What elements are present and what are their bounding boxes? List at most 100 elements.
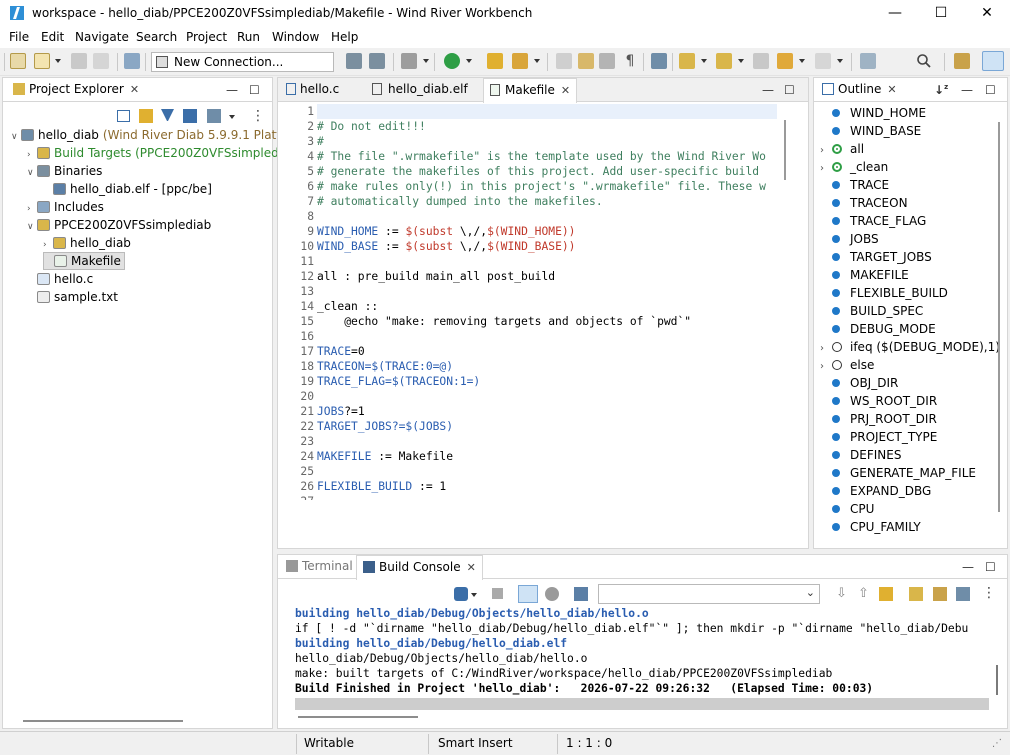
outline-item[interactable]: TRACE [820, 176, 889, 194]
chevron-down-icon[interactable] [738, 59, 744, 63]
menu-search[interactable]: Search [136, 30, 177, 44]
code-line[interactable]: TRACE_FLAG=$(TRACEON:1=) [317, 375, 480, 388]
minimize-view-button[interactable]: — [961, 83, 973, 97]
tab-hello-diab-elf[interactable]: hello_diab.elf [366, 78, 474, 102]
workbench-perspective-icon[interactable] [982, 51, 1004, 71]
outline-item[interactable]: MAKEFILE [820, 266, 909, 284]
code-line[interactable]: WIND_HOME := $(subst \,/,$(WIND_HOME)) [317, 225, 575, 238]
tree-item[interactable]: › Build Targets (PPCE200Z0VFSsimpledia [27, 144, 289, 162]
tab-outline[interactable]: Outline ✕ [816, 78, 903, 102]
outline-item[interactable]: TRACEON [820, 194, 908, 212]
tab-hello-c[interactable]: hello.c [280, 78, 345, 102]
minimize-button[interactable]: — [872, 0, 918, 27]
build-icon[interactable] [124, 53, 140, 69]
menu-window[interactable]: Window [272, 30, 319, 44]
code-line[interactable]: # automatically dumped into the makefile… [317, 195, 603, 208]
close-icon[interactable]: ✕ [887, 83, 896, 96]
tab-build-console[interactable]: Build Console ✕ [356, 555, 483, 580]
collapse-all-icon[interactable] [117, 110, 130, 122]
debug-target-icon[interactable] [401, 53, 417, 69]
outline-item[interactable]: PROJECT_TYPE [820, 428, 937, 446]
code-line[interactable]: # generate the makefiles of this project… [317, 165, 759, 178]
run-icon[interactable] [444, 53, 460, 69]
code-line[interactable]: # Do not edit!!! [317, 120, 426, 133]
print-icon[interactable] [574, 587, 588, 601]
view-menu-icon[interactable] [207, 109, 221, 123]
settings-icon[interactable] [545, 587, 559, 601]
menu-edit[interactable]: Edit [41, 30, 64, 44]
launch-icon[interactable] [512, 53, 528, 69]
console-select-combo[interactable]: ⌄ [598, 584, 820, 604]
expand-toggle-icon[interactable]: ∨ [11, 128, 21, 146]
chevron-down-icon[interactable] [423, 59, 429, 63]
chevron-down-icon[interactable] [55, 59, 61, 63]
new-file-icon[interactable] [34, 53, 50, 69]
link-icon[interactable] [879, 587, 893, 601]
maximize-view-button[interactable]: ☐ [985, 83, 996, 97]
save-icon[interactable] [71, 53, 87, 69]
code-line[interactable]: _clean :: [317, 300, 378, 313]
code-line[interactable]: FLEXIBLE_BUILD := 1 [317, 480, 446, 493]
close-icon[interactable]: ✕ [130, 83, 139, 96]
chevron-down-icon[interactable] [701, 59, 707, 63]
maximize-view-button[interactable]: ☐ [784, 83, 795, 97]
more-options-icon[interactable]: ⋮ [251, 108, 265, 124]
outline-item[interactable]: › else [820, 356, 874, 374]
doc-icon[interactable] [599, 53, 615, 69]
maximize-view-button[interactable]: ☐ [249, 83, 260, 97]
outline-item[interactable]: BUILD_SPEC [820, 302, 923, 320]
tab-makefile[interactable]: Makefile ✕ [483, 78, 578, 103]
next-error-icon[interactable]: ⇩ [836, 586, 847, 601]
code-line[interactable]: TARGET_JOBS?=$(JOBS) [317, 420, 453, 433]
sort-alphabetically-icon[interactable]: ↓z [934, 83, 948, 97]
paragraph-icon[interactable]: ¶ [622, 53, 638, 69]
code-line[interactable]: all : pre_build main_all post_build [317, 270, 555, 283]
horizontal-scrollbar-track[interactable] [295, 698, 989, 710]
outline-item[interactable]: › ifeq ($(DEBUG_MODE),1) [820, 338, 1000, 356]
outline-item[interactable]: WIND_HOME [820, 104, 926, 122]
makefile-editor[interactable]: 1# Wind River Workbench generated Makefi… [278, 104, 773, 500]
outline-item[interactable]: FLEXIBLE_BUILD [820, 284, 948, 302]
outline-item[interactable]: › _clean [820, 158, 888, 176]
chevron-down-icon[interactable] [837, 59, 843, 63]
outline-item[interactable]: JOBS [820, 230, 879, 248]
link-editor-icon[interactable] [139, 109, 153, 123]
horizontal-scrollbar[interactable] [23, 720, 183, 722]
back-icon[interactable] [777, 53, 793, 69]
tree-item[interactable]: ∨ Binaries [27, 162, 102, 180]
edit-icon[interactable] [578, 53, 594, 69]
outline-item[interactable]: TRACE_FLAG [820, 212, 926, 230]
pin-icon[interactable] [860, 53, 876, 69]
tree-item[interactable]: hello.c [27, 270, 93, 288]
save-all-icon[interactable] [93, 53, 109, 69]
forward-icon[interactable] [815, 53, 831, 69]
outline-item[interactable]: DEFINES [820, 446, 901, 464]
maximize-button[interactable]: ☐ [918, 0, 964, 27]
resize-grip-icon[interactable]: ⋰ [992, 738, 1002, 749]
minimize-view-button[interactable]: — [762, 83, 774, 97]
horizontal-scrollbar[interactable] [298, 716, 418, 718]
menu-navigate[interactable]: Navigate [75, 30, 129, 44]
menu-project[interactable]: Project [186, 30, 227, 44]
outline-item[interactable]: TARGET_JOBS [820, 248, 932, 266]
tree-item[interactable]: Makefile [43, 252, 125, 270]
more-options-icon[interactable]: ⋮ [982, 585, 996, 601]
minimize-view-button[interactable]: — [962, 560, 974, 574]
outline-item[interactable]: DEBUG_MODE [820, 320, 936, 338]
chevron-down-icon[interactable] [466, 59, 472, 63]
outline-item[interactable]: WS_ROOT_DIR [820, 392, 937, 410]
search-icon[interactable] [916, 53, 932, 69]
tab-terminal[interactable]: Terminal [280, 555, 359, 579]
chevron-down-icon[interactable] [471, 593, 477, 597]
prev-error-icon[interactable]: ⇧ [858, 586, 869, 601]
scroll-lock-icon[interactable] [518, 585, 538, 603]
save-console-icon[interactable] [956, 587, 970, 601]
tree-item[interactable]: › hello_diab [43, 234, 131, 252]
outline-item[interactable]: GENERATE_MAP_FILE [820, 464, 976, 482]
last-edit-icon[interactable] [753, 53, 769, 69]
tree-item[interactable]: hello_diab.elf - [ppc/be] [43, 180, 212, 198]
tree-item[interactable]: ∨ hello_diab (Wind River Diab 5.9.9.1 Plat… [11, 126, 288, 144]
outline-item[interactable]: › all [820, 140, 864, 158]
chevron-down-icon[interactable] [799, 59, 805, 63]
clear-console-icon[interactable] [909, 587, 923, 601]
